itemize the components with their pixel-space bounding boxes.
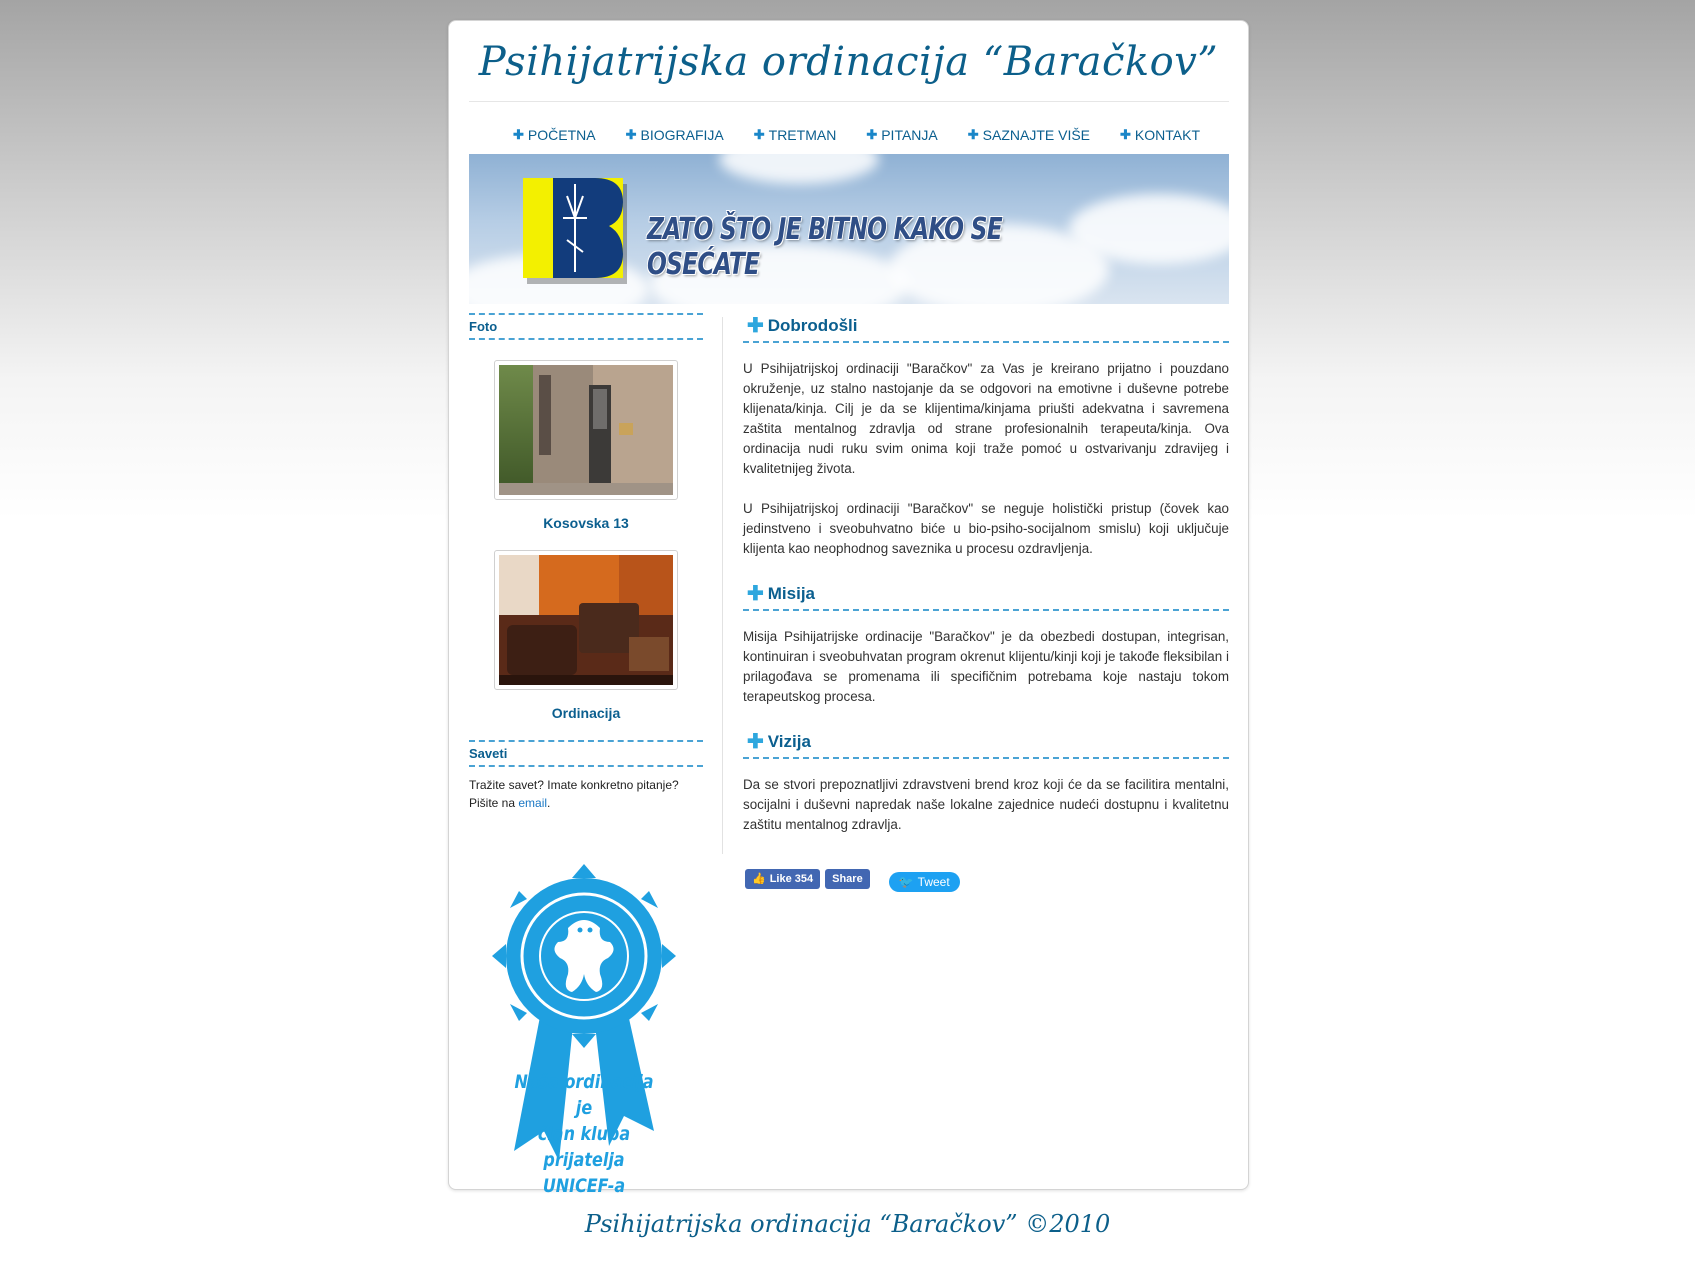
saveti-body: Tražite savet? Imate konkretno pitanje? … — [469, 778, 679, 810]
thumbs-up-icon: 👍 — [752, 873, 766, 885]
column-divider — [722, 317, 723, 854]
title-divider — [469, 101, 1229, 102]
photo-kosovska[interactable] — [494, 360, 678, 500]
banner-slogan: ZATO ŠTO JE BITNO KAKO SE OSEĆATE — [647, 212, 1003, 282]
section-heading-vizija: ✚ Vizija — [743, 729, 1229, 759]
nav-item-kontakt[interactable]: ✚ KONTAKT — [1120, 120, 1200, 150]
saveti-end: . — [547, 796, 551, 810]
unicef-line-3: UNICEF-a — [542, 1175, 626, 1197]
photo-caption-kosovska: Kosovska 13 — [543, 515, 629, 531]
social-buttons: 👍 Like 354 Share 🐦 Tweet — [745, 865, 960, 892]
tweet-label: Tweet — [917, 875, 950, 889]
unicef-caption: Naša ordinacija je član kluba prijatelja… — [504, 1069, 664, 1199]
nav-item-pocetna[interactable]: ✚ POČETNA — [513, 120, 596, 150]
nav-item-pitanja[interactable]: ✚ PITANJA — [866, 120, 937, 150]
section-paragraph: Misija Psihijatrijske ordinacije "Baračk… — [743, 629, 1229, 704]
unicef-line-2: član kluba prijatelja — [537, 1123, 631, 1171]
main-nav: ✚ POČETNA ✚ BIOGRAFIJA ✚ TRETMAN ✚ PITANJA ✚… — [513, 120, 1230, 150]
nav-item-biografija[interactable]: ✚ BIOGRAFIJA — [626, 120, 724, 150]
site-title: Psihijatrijska ordinacija “Baračkov” — [478, 39, 1219, 85]
facebook-share-button[interactable]: Share — [825, 868, 870, 889]
nav-item-tretman[interactable]: ✚ TRETMAN — [754, 120, 837, 150]
unicef-line-1: Naša ordinacija je — [514, 1071, 654, 1119]
section-heading-misija: ✚ Misija — [743, 581, 1229, 611]
nav-label: PITANJA — [881, 127, 938, 143]
footer-text: Psihijatrijska ordinacija “Baračkov” ©20… — [584, 1210, 1111, 1238]
plus-icon: ✚ — [513, 127, 524, 142]
section-paragraph: Da se stvori prepoznatljivi zdravstveni … — [743, 777, 1229, 832]
section-heading-dobrodosli: ✚ Dobrodošli — [743, 313, 1229, 343]
nav-label: TRETMAN — [768, 127, 837, 143]
nav-label: POČETNA — [527, 127, 596, 143]
nav-label: BIOGRAFIJA — [640, 127, 724, 143]
nav-label: SAZNAJTE VIŠE — [982, 127, 1091, 143]
saveti-text: Tražite savet? Imate konkretno pitanje? … — [469, 776, 703, 812]
plus-icon: ✚ — [1120, 127, 1131, 142]
section-title: Vizija — [767, 732, 811, 751]
plus-icon: ✚ — [967, 127, 979, 142]
section-paragraph: U Psihijatrijskoj ordinaciji "Baračkov" … — [743, 361, 1229, 476]
saveti-heading: Saveti — [469, 740, 703, 767]
plus-icon: ✚ — [747, 731, 764, 753]
photo-caption-ordinacija: Ordinacija — [551, 705, 621, 721]
page-container: Psihijatrijska ordinacija “Baračkov” ✚ PO… — [448, 20, 1249, 1197]
nav-label: KONTAKT — [1134, 127, 1200, 143]
tweet-button[interactable]: 🐦 Tweet — [888, 872, 960, 892]
section-title: Dobrodošli — [767, 316, 858, 335]
sidebar: Foto Kosovska 13 Ordinacija Saveti Traži… — [469, 313, 703, 812]
email-link[interactable]: email — [518, 796, 547, 810]
facebook-like-button[interactable]: 👍 Like 354 — [745, 868, 821, 889]
plus-icon: ✚ — [747, 315, 764, 337]
section-title: Misija — [767, 584, 816, 603]
like-label: Like 354 — [769, 872, 814, 885]
plus-icon: ✚ — [747, 583, 764, 605]
foto-heading: Foto — [469, 313, 703, 340]
share-label: Share — [832, 872, 863, 885]
main-content: ✚ Dobrodošli U Psihijatrijskoj ordinaciji… — [743, 313, 1229, 835]
photo-ordinacija[interactable] — [494, 550, 678, 690]
plus-icon: ✚ — [753, 127, 765, 142]
plus-icon: ✚ — [625, 127, 637, 142]
section-paragraph: U Psihijatrijskoj ordinaciji "Baračkov" … — [743, 501, 1229, 556]
logo-icon — [523, 178, 627, 284]
header-banner: ZATO ŠTO JE BITNO KAKO SE OSEĆATE — [469, 154, 1229, 304]
twitter-bird-icon: 🐦 — [898, 875, 914, 889]
plus-icon: ✚ — [866, 127, 878, 142]
nav-item-saznajte-vise[interactable]: ✚ SAZNAJTE VIŠE — [968, 120, 1090, 150]
